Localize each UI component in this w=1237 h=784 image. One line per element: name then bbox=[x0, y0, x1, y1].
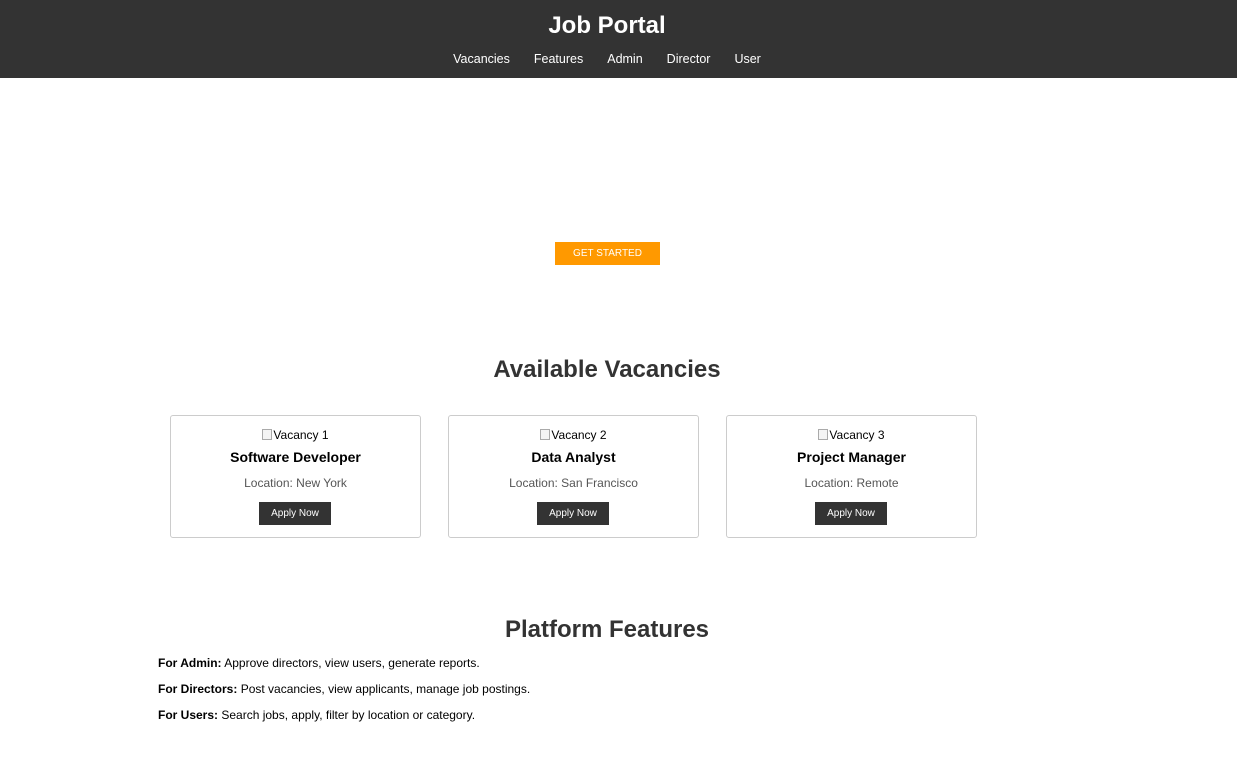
vacancy-location: Location: New York bbox=[244, 476, 347, 490]
feature-label: For Users: bbox=[158, 708, 219, 722]
nav-link-admin[interactable]: Admin bbox=[607, 51, 642, 67]
nav-link-user[interactable]: User bbox=[734, 51, 760, 67]
feature-text: Search jobs, apply, filter by location o… bbox=[218, 708, 476, 722]
vacancy-image: Vacancy 3 bbox=[727, 428, 976, 442]
vacancy-location: Location: Remote bbox=[804, 476, 899, 490]
feature-text: Post vacancies, view applicants, manage … bbox=[237, 682, 531, 696]
apply-now-button[interactable]: Apply Now bbox=[259, 502, 331, 525]
vacancy-title: Software Developer bbox=[230, 449, 361, 465]
vacancy-image-alt: Vacancy 1 bbox=[273, 428, 329, 442]
broken-image-icon bbox=[818, 429, 829, 440]
broken-image-icon bbox=[262, 429, 273, 440]
feature-directors: For Directors: Post vacancies, view appl… bbox=[158, 682, 530, 696]
broken-image-icon bbox=[540, 429, 551, 440]
vacancy-title: Data Analyst bbox=[531, 449, 616, 465]
vacancies-heading: Available Vacancies bbox=[493, 356, 721, 383]
feature-text: Approve directors, view users, generate … bbox=[221, 656, 480, 670]
apply-now-button[interactable]: Apply Now bbox=[537, 502, 609, 525]
feature-users: For Users: Search jobs, apply, filter by… bbox=[158, 708, 475, 722]
vacancy-image-alt: Vacancy 2 bbox=[551, 428, 607, 442]
main-nav: Vacancies Features Admin Director User bbox=[0, 51, 1214, 67]
vacancy-image: Vacancy 2 bbox=[449, 428, 698, 442]
feature-label: For Directors: bbox=[158, 682, 238, 696]
nav-link-vacancies[interactable]: Vacancies bbox=[453, 51, 510, 67]
vacancy-image: Vacancy 1 bbox=[171, 428, 420, 442]
vacancy-card: Vacancy 1 Software Developer Location: N… bbox=[170, 415, 421, 538]
vacancy-card: Vacancy 3 Project Manager Location: Remo… bbox=[726, 415, 977, 538]
vacancy-title: Project Manager bbox=[797, 449, 906, 465]
apply-now-button[interactable]: Apply Now bbox=[815, 502, 887, 525]
nav-link-features[interactable]: Features bbox=[534, 51, 583, 67]
features-heading: Platform Features bbox=[504, 616, 710, 643]
site-header: Job Portal Vacancies Features Admin Directo… bbox=[0, 0, 1237, 78]
vacancy-image-alt: Vacancy 3 bbox=[829, 428, 885, 442]
vacancy-location: Location: San Francisco bbox=[509, 476, 638, 490]
site-title: Job Portal bbox=[548, 12, 666, 39]
get-started-button[interactable]: GET STARTED bbox=[555, 242, 660, 265]
feature-label: For Admin: bbox=[158, 656, 222, 670]
feature-admin: For Admin: Approve directors, view users… bbox=[158, 656, 480, 670]
vacancy-card: Vacancy 2 Data Analyst Location: San Fra… bbox=[448, 415, 699, 538]
nav-link-director[interactable]: Director bbox=[667, 51, 711, 67]
